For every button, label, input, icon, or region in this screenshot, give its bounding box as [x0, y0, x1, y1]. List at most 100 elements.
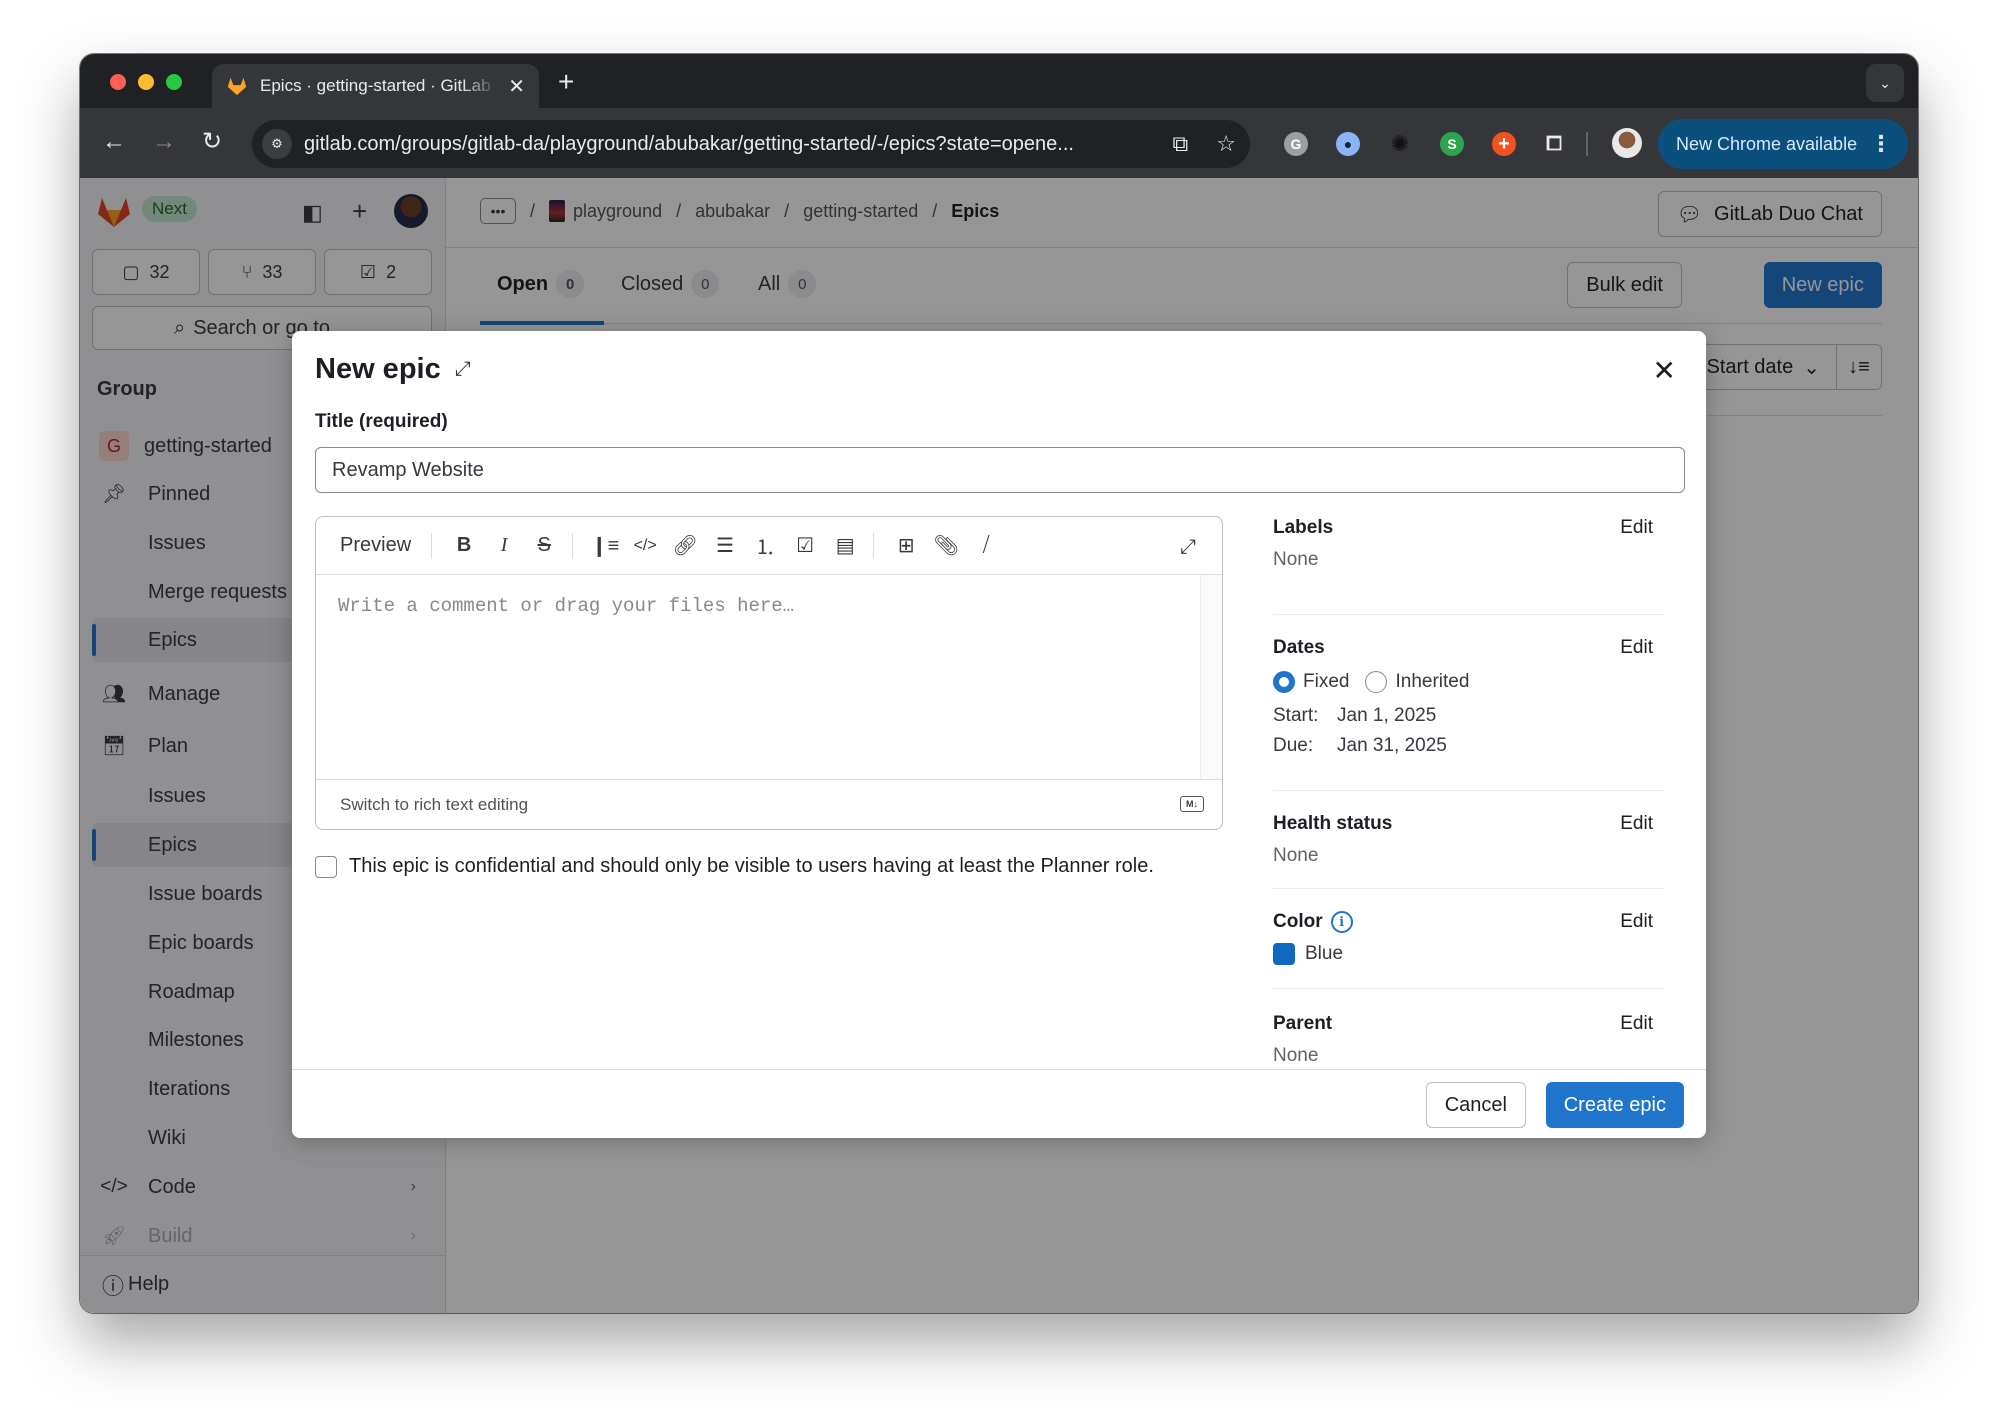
modal-footer: Cancel Create epic — [292, 1069, 1706, 1138]
inherited-radio-option[interactable]: Inherited — [1365, 671, 1469, 693]
link-icon[interactable]: 🔗︎ — [665, 526, 705, 566]
title-input[interactable]: Revamp Website — [315, 447, 1685, 493]
password-extension-icon[interactable]: ● — [1336, 132, 1360, 156]
open-in-app-icon[interactable]: ⧉ — [1173, 131, 1189, 157]
confidential-checkbox[interactable] — [315, 855, 337, 878]
create-epic-button[interactable]: Create epic — [1545, 1082, 1684, 1128]
browser-window: Epics · getting-started · GitLab ✕ + ⌄ ←… — [80, 54, 1918, 1313]
info-icon[interactable]: i — [1330, 911, 1353, 933]
dates-mode-radios: Fixed Inherited — [1273, 671, 1665, 693]
browser-tab[interactable]: Epics · getting-started · GitLab ✕ — [212, 64, 539, 108]
inherited-label: Inherited — [1395, 671, 1470, 693]
parent-heading: Parent — [1273, 1013, 1333, 1034]
maximize-window-button[interactable] — [166, 74, 182, 90]
url-text[interactable]: gitlab.com/groups/gitlab-da/playground/a… — [304, 133, 1159, 156]
labels-edit-button[interactable]: Edit — [1620, 517, 1653, 539]
dates-edit-button[interactable]: Edit — [1620, 637, 1653, 659]
health-status-value: None — [1273, 845, 1319, 866]
quote-icon[interactable]: ❙≡ — [585, 526, 625, 566]
fullscreen-icon[interactable]: ⤢ — [1168, 527, 1208, 567]
toolbar-divider — [431, 532, 433, 559]
toolbar-divider — [873, 532, 875, 559]
parent-edit-button[interactable]: Edit — [1620, 1013, 1653, 1035]
close-icon[interactable]: ✕ — [1653, 357, 1676, 385]
browser-toolbar: ← → ↻ ⚙ gitlab.com/groups/gitlab-da/play… — [80, 108, 1918, 178]
dates-heading: Dates — [1273, 637, 1325, 658]
chrome-menu-icon[interactable]: ⋮ — [1870, 131, 1892, 157]
description-editor: Preview B I S ❙≡ </> 🔗︎ ☰ ⒈ ☑ ▤ ⊞ 📎︎ ⧸ ⤢… — [315, 516, 1223, 830]
quick-actions-icon[interactable]: ⧸ — [966, 526, 1006, 566]
markdown-icon: M↓ — [1180, 796, 1204, 812]
labels-value: None — [1273, 549, 1319, 570]
extensions-puzzle-icon[interactable]: ⧠ — [1542, 132, 1566, 156]
start-date-row: Start: Jan 1, 2025 — [1273, 705, 1665, 727]
strikethrough-icon[interactable]: S — [524, 526, 564, 566]
inherited-radio[interactable] — [1365, 671, 1388, 693]
modal-title-text: New epic — [315, 353, 441, 385]
expand-icon[interactable]: ⤢ — [455, 358, 471, 381]
loader-extension-icon[interactable]: ✺ — [1388, 131, 1412, 156]
preview-button[interactable]: Preview — [340, 534, 411, 557]
table-icon[interactable]: ⊞ — [886, 526, 926, 566]
description-textarea[interactable]: Write a comment or drag your files here… — [316, 575, 1202, 779]
color-edit-button[interactable]: Edit — [1620, 911, 1653, 933]
browser-tab-strip: Epics · getting-started · GitLab ✕ + ⌄ — [80, 54, 1918, 108]
address-bar[interactable]: ⚙ gitlab.com/groups/gitlab-da/playground… — [252, 120, 1250, 168]
toolbar-divider — [572, 532, 574, 559]
new-tab-button[interactable]: + — [558, 68, 574, 96]
color-heading: Color i — [1273, 911, 1665, 933]
attachment-icon[interactable]: 📎︎ — [926, 526, 966, 566]
bookmark-star-icon[interactable]: ☆ — [1216, 131, 1236, 157]
parent-value: None — [1273, 1045, 1319, 1066]
numbered-list-icon[interactable]: ⒈ — [745, 526, 785, 566]
minimize-window-button[interactable] — [138, 74, 154, 90]
collapsible-section-icon[interactable]: ▤ — [825, 526, 865, 566]
modal-title: New epic ⤢ — [315, 353, 471, 386]
tab-search-button[interactable]: ⌄ — [1866, 64, 1904, 102]
title-field-label: Title (required) — [315, 411, 448, 432]
switch-rich-text-link[interactable]: Switch to rich text editing — [340, 795, 528, 815]
code-icon[interactable]: </> — [625, 526, 665, 566]
fixed-label: Fixed — [1303, 671, 1350, 693]
profile-avatar[interactable] — [1612, 128, 1642, 158]
gitlab-favicon-icon — [227, 77, 247, 96]
tab-title: Epics · getting-started · GitLab — [260, 76, 491, 95]
dates-section: Dates Edit Fixed Inherited Start: Jan 1, … — [1273, 615, 1665, 791]
s-extension-icon[interactable]: S — [1440, 132, 1464, 156]
new-chrome-available-button[interactable]: New Chrome available ⋮ — [1658, 119, 1908, 169]
close-window-button[interactable] — [110, 74, 126, 90]
color-name: Blue — [1305, 943, 1344, 965]
confidential-row[interactable]: This epic is confidential and should onl… — [315, 855, 1154, 878]
confidential-label: This epic is confidential and should onl… — [349, 855, 1154, 877]
fixed-radio[interactable] — [1273, 671, 1295, 693]
close-tab-icon[interactable]: ✕ — [508, 74, 525, 99]
grammarly-extension-icon[interactable]: G — [1284, 132, 1308, 156]
health-status-edit-button[interactable]: Edit — [1620, 813, 1653, 835]
cancel-button[interactable]: Cancel — [1425, 1082, 1526, 1128]
italic-icon[interactable]: I — [484, 526, 524, 566]
task-list-icon[interactable]: ☑ — [785, 526, 825, 566]
bullet-list-icon[interactable]: ☰ — [705, 526, 745, 566]
site-settings-icon[interactable]: ⚙ — [262, 129, 292, 159]
color-value: Blue — [1273, 943, 1665, 965]
color-heading-text: Color — [1273, 911, 1323, 932]
bold-icon[interactable]: B — [444, 526, 484, 566]
back-icon[interactable]: ← — [102, 128, 126, 156]
editor-footer: Switch to rich text editing M↓ — [316, 779, 1222, 829]
plus-extension-icon[interactable]: + — [1492, 132, 1516, 156]
new-chrome-label: New Chrome available — [1676, 133, 1858, 154]
color-section: Color i Edit Blue — [1273, 889, 1665, 989]
start-date-value: Jan 1, 2025 — [1337, 705, 1437, 727]
editor-scrollbar[interactable] — [1200, 575, 1222, 779]
fixed-radio-option[interactable]: Fixed — [1273, 671, 1349, 693]
reload-icon[interactable]: ↻ — [202, 128, 222, 156]
forward-icon[interactable]: → — [152, 128, 176, 156]
health-status-section: Health status Edit None — [1273, 791, 1665, 889]
health-status-heading: Health status — [1273, 813, 1393, 834]
due-date-key: Due: — [1273, 735, 1314, 757]
gitlab-page: Next ◧ + ▢ 32 ⑂ 33 ☑ 2 ⌕ Search or go to… Gr… — [80, 178, 1918, 1313]
editor-toolbar: Preview B I S ❙≡ </> 🔗︎ ☰ ⒈ ☑ ▤ ⊞ 📎︎ ⧸ ⤢ — [316, 517, 1222, 575]
due-date-row: Due: Jan 31, 2025 — [1273, 735, 1665, 757]
start-date-key: Start: — [1273, 705, 1319, 727]
labels-heading: Labels — [1273, 517, 1334, 538]
